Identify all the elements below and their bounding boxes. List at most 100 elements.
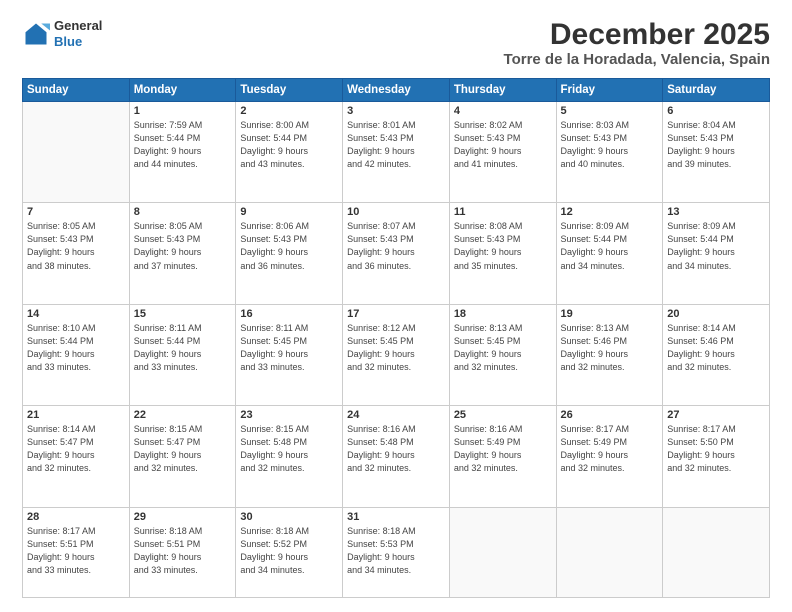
calendar-day-cell: 5 Sunrise: 8:03 AMSunset: 5:43 PMDaylight… xyxy=(556,102,663,203)
calendar-day-cell: 4Sunrise: 8:02 AMSunset: 5:43 PMDaylight… xyxy=(449,102,556,203)
day-info: Sunrise: 8:03 AMSunset: 5:43 PMDaylight:… xyxy=(561,119,659,171)
day-info: Sunrise: 8:00 AMSunset: 5:44 PMDaylight:… xyxy=(240,119,338,171)
logo-blue: Blue xyxy=(54,34,82,49)
calendar-day-cell: 22 Sunrise: 8:15 AMSunset: 5:47 PMDayligh… xyxy=(129,406,236,507)
calendar-table: SundayMondayTuesdayWednesdayThursdayFrid… xyxy=(22,78,770,598)
calendar-day-cell: 29 Sunrise: 8:18 AMSunset: 5:51 PMDayligh… xyxy=(129,507,236,598)
calendar-day-cell: 1 Sunrise: 7:59 AMSunset: 5:44 PMDaylight… xyxy=(129,102,236,203)
day-info: Sunrise: 8:11 AMSunset: 5:45 PMDaylight:… xyxy=(240,322,338,374)
day-number: 27 xyxy=(667,409,765,421)
page: General Blue December 2025 Torre de la H… xyxy=(0,0,792,612)
day-number: 15 xyxy=(134,308,232,320)
calendar-week-row: 21Sunrise: 8:14 AMSunset: 5:47 PMDayligh… xyxy=(23,406,770,507)
calendar-week-row: 7 Sunrise: 8:05 AMSunset: 5:43 PMDaylight… xyxy=(23,203,770,304)
day-info: Sunrise: 8:15 AMSunset: 5:47 PMDaylight:… xyxy=(134,423,232,475)
logo-general: General xyxy=(54,18,102,33)
calendar-day-cell: 26Sunrise: 8:17 AMSunset: 5:49 PMDayligh… xyxy=(556,406,663,507)
calendar-day-cell: 6Sunrise: 8:04 AMSunset: 5:43 PMDaylight… xyxy=(663,102,770,203)
day-number: 9 xyxy=(240,206,338,218)
day-info: Sunrise: 8:10 AMSunset: 5:44 PMDaylight:… xyxy=(27,322,125,374)
calendar-day-cell: 15 Sunrise: 8:11 AMSunset: 5:44 PMDayligh… xyxy=(129,304,236,405)
day-info: Sunrise: 8:15 AMSunset: 5:48 PMDaylight:… xyxy=(240,423,338,475)
day-info: Sunrise: 8:13 AMSunset: 5:46 PMDaylight:… xyxy=(561,322,659,374)
day-number: 10 xyxy=(347,206,445,218)
main-title: December 2025 xyxy=(504,18,770,51)
calendar-day-cell: 7 Sunrise: 8:05 AMSunset: 5:43 PMDaylight… xyxy=(23,203,130,304)
calendar-day-cell: 21Sunrise: 8:14 AMSunset: 5:47 PMDayligh… xyxy=(23,406,130,507)
calendar-day-header: Tuesday xyxy=(236,79,343,102)
calendar-day-header: Saturday xyxy=(663,79,770,102)
day-info: Sunrise: 7:59 AMSunset: 5:44 PMDaylight:… xyxy=(134,119,232,171)
calendar-day-cell: 25Sunrise: 8:16 AMSunset: 5:49 PMDayligh… xyxy=(449,406,556,507)
calendar-day-cell: 20 Sunrise: 8:14 AMSunset: 5:46 PMDayligh… xyxy=(663,304,770,405)
calendar-day-cell: 16 Sunrise: 8:11 AMSunset: 5:45 PMDayligh… xyxy=(236,304,343,405)
day-info: Sunrise: 8:16 AMSunset: 5:48 PMDaylight:… xyxy=(347,423,445,475)
day-info: Sunrise: 8:18 AMSunset: 5:51 PMDaylight:… xyxy=(134,525,232,577)
day-number: 17 xyxy=(347,308,445,320)
calendar-day-cell: 27 Sunrise: 8:17 AMSunset: 5:50 PMDayligh… xyxy=(663,406,770,507)
calendar-day-header: Thursday xyxy=(449,79,556,102)
logo-text: General Blue xyxy=(54,18,102,49)
day-number: 1 xyxy=(134,105,232,117)
calendar-day-cell xyxy=(556,507,663,598)
day-info: Sunrise: 8:05 AMSunset: 5:43 PMDaylight:… xyxy=(27,220,125,272)
day-info: Sunrise: 8:14 AMSunset: 5:47 PMDaylight:… xyxy=(27,423,125,475)
day-info: Sunrise: 8:18 AMSunset: 5:53 PMDaylight:… xyxy=(347,525,445,577)
day-info: Sunrise: 8:04 AMSunset: 5:43 PMDaylight:… xyxy=(667,119,765,171)
title-block: December 2025 Torre de la Horadada, Vale… xyxy=(504,18,770,68)
calendar-day-cell: 11Sunrise: 8:08 AMSunset: 5:43 PMDayligh… xyxy=(449,203,556,304)
calendar-day-cell: 9Sunrise: 8:06 AMSunset: 5:43 PMDaylight… xyxy=(236,203,343,304)
calendar-day-cell: 2Sunrise: 8:00 AMSunset: 5:44 PMDaylight… xyxy=(236,102,343,203)
logo: General Blue xyxy=(22,18,102,49)
day-number: 7 xyxy=(27,206,125,218)
day-info: Sunrise: 8:11 AMSunset: 5:44 PMDaylight:… xyxy=(134,322,232,374)
calendar-day-header: Sunday xyxy=(23,79,130,102)
day-number: 16 xyxy=(240,308,338,320)
calendar-day-cell: 14Sunrise: 8:10 AMSunset: 5:44 PMDayligh… xyxy=(23,304,130,405)
day-info: Sunrise: 8:13 AMSunset: 5:45 PMDaylight:… xyxy=(454,322,552,374)
day-number: 19 xyxy=(561,308,659,320)
day-info: Sunrise: 8:16 AMSunset: 5:49 PMDaylight:… xyxy=(454,423,552,475)
day-info: Sunrise: 8:09 AMSunset: 5:44 PMDaylight:… xyxy=(561,220,659,272)
calendar-day-cell: 17Sunrise: 8:12 AMSunset: 5:45 PMDayligh… xyxy=(343,304,450,405)
day-number: 30 xyxy=(240,511,338,523)
day-info: Sunrise: 8:05 AMSunset: 5:43 PMDaylight:… xyxy=(134,220,232,272)
day-number: 22 xyxy=(134,409,232,421)
day-info: Sunrise: 8:14 AMSunset: 5:46 PMDaylight:… xyxy=(667,322,765,374)
day-number: 8 xyxy=(134,206,232,218)
day-number: 12 xyxy=(561,206,659,218)
calendar-day-cell: 28 Sunrise: 8:17 AMSunset: 5:51 PMDayligh… xyxy=(23,507,130,598)
day-info: Sunrise: 8:09 AMSunset: 5:44 PMDaylight:… xyxy=(667,220,765,272)
day-number: 28 xyxy=(27,511,125,523)
day-number: 13 xyxy=(667,206,765,218)
calendar-day-cell: 3Sunrise: 8:01 AMSunset: 5:43 PMDaylight… xyxy=(343,102,450,203)
day-number: 11 xyxy=(454,206,552,218)
calendar-week-row: 28 Sunrise: 8:17 AMSunset: 5:51 PMDayligh… xyxy=(23,507,770,598)
calendar-day-cell: 23 Sunrise: 8:15 AMSunset: 5:48 PMDayligh… xyxy=(236,406,343,507)
day-info: Sunrise: 8:17 AMSunset: 5:51 PMDaylight:… xyxy=(27,525,125,577)
day-info: Sunrise: 8:01 AMSunset: 5:43 PMDaylight:… xyxy=(347,119,445,171)
day-info: Sunrise: 8:17 AMSunset: 5:50 PMDaylight:… xyxy=(667,423,765,475)
calendar-day-cell: 13 Sunrise: 8:09 AMSunset: 5:44 PMDayligh… xyxy=(663,203,770,304)
day-number: 4 xyxy=(454,105,552,117)
calendar-day-header: Wednesday xyxy=(343,79,450,102)
calendar-day-cell: 19 Sunrise: 8:13 AMSunset: 5:46 PMDayligh… xyxy=(556,304,663,405)
calendar-day-cell xyxy=(663,507,770,598)
day-number: 26 xyxy=(561,409,659,421)
calendar-day-cell xyxy=(449,507,556,598)
day-number: 18 xyxy=(454,308,552,320)
day-number: 5 xyxy=(561,105,659,117)
calendar-day-cell: 18 Sunrise: 8:13 AMSunset: 5:45 PMDayligh… xyxy=(449,304,556,405)
day-number: 24 xyxy=(347,409,445,421)
calendar-day-cell: 24 Sunrise: 8:16 AMSunset: 5:48 PMDayligh… xyxy=(343,406,450,507)
calendar-week-row: 1 Sunrise: 7:59 AMSunset: 5:44 PMDaylight… xyxy=(23,102,770,203)
calendar-day-cell: 12 Sunrise: 8:09 AMSunset: 5:44 PMDayligh… xyxy=(556,203,663,304)
day-number: 23 xyxy=(240,409,338,421)
calendar-day-cell: 8 Sunrise: 8:05 AMSunset: 5:43 PMDaylight… xyxy=(129,203,236,304)
day-info: Sunrise: 8:18 AMSunset: 5:52 PMDaylight:… xyxy=(240,525,338,577)
day-info: Sunrise: 8:07 AMSunset: 5:43 PMDaylight:… xyxy=(347,220,445,272)
day-number: 20 xyxy=(667,308,765,320)
calendar-header-row: SundayMondayTuesdayWednesdayThursdayFrid… xyxy=(23,79,770,102)
day-number: 29 xyxy=(134,511,232,523)
calendar-day-cell: 30 Sunrise: 8:18 AMSunset: 5:52 PMDayligh… xyxy=(236,507,343,598)
